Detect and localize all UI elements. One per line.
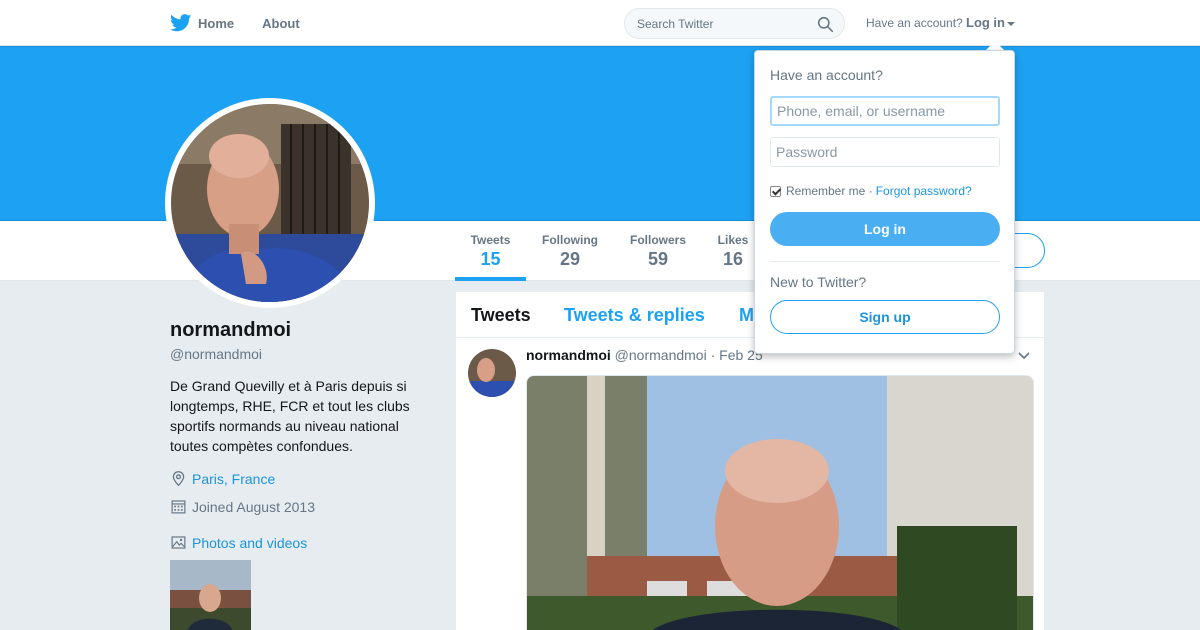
tab-tweets[interactable]: Tweets (471, 305, 531, 326)
dropdown-title: Have an account? (770, 67, 883, 83)
profile-photo (171, 104, 369, 302)
chevron-down-icon[interactable] (1017, 351, 1031, 361)
forgot-password-link[interactable]: Forgot password? (876, 184, 972, 198)
remember-me-row: Remember me · Forgot password? (770, 184, 972, 198)
caret-down-icon (1007, 21, 1015, 26)
media-thumbnail[interactable] (170, 560, 251, 630)
twitter-bird-icon[interactable] (170, 14, 192, 32)
joined-date: Joined August 2013 (192, 498, 315, 515)
profile-joined: Joined August 2013 (170, 498, 315, 515)
username-field[interactable] (770, 96, 1000, 126)
tab-tweets-replies[interactable]: Tweets & replies (564, 305, 705, 326)
location-pin-icon (172, 471, 185, 487)
stat-value: 59 (647, 249, 669, 269)
thumbnail-image (170, 560, 251, 630)
search-box[interactable]: Search Twitter (624, 8, 845, 39)
tweet-photo (527, 376, 1033, 630)
tweet-avatar-image (468, 349, 516, 397)
stat-value: 15 (480, 249, 501, 269)
remember-me-label[interactable]: Remember me · (786, 184, 873, 198)
stat-likes[interactable]: Likes 16 (713, 233, 753, 270)
stat-label: Following (542, 233, 598, 247)
dropdown-arrow (986, 41, 1004, 50)
login-dropdown: Have an account? Remember me · Forgot pa… (754, 50, 1015, 354)
stat-value: 16 (722, 249, 744, 269)
login-dropdown-toggle[interactable]: Log in (966, 15, 1015, 30)
have-account-text: Have an account? (866, 16, 963, 30)
nav-left-group: Home About (170, 0, 328, 46)
tweet-media[interactable] (526, 375, 1034, 630)
photos-videos-header: Photos and videos (170, 534, 307, 551)
search-icon[interactable] (817, 16, 834, 33)
photos-videos-link[interactable]: Photos and videos (192, 535, 307, 551)
avatar[interactable] (171, 104, 369, 302)
stat-followers[interactable]: Followers 59 (625, 233, 691, 270)
location-link[interactable]: Paris, France (192, 471, 275, 487)
dropdown-divider (770, 261, 1000, 262)
stat-following[interactable]: Following 29 (537, 233, 603, 270)
nav-about-link[interactable]: About (262, 16, 300, 31)
tweet-header: normandmoi @normandmoi · Feb 25 (526, 347, 763, 363)
tweet-author-handle[interactable]: @normandmoi (615, 347, 707, 363)
tab-media[interactable]: M (739, 305, 754, 326)
tweet-avatar[interactable] (468, 349, 516, 397)
profile-bio: De Grand Quevilly et à Paris depuis si l… (170, 378, 410, 454)
password-field[interactable] (770, 137, 1000, 167)
signup-button[interactable]: Sign up (770, 300, 1000, 334)
profile-location: Paris, France (170, 470, 275, 487)
profile-handle[interactable]: @normandmoi (170, 346, 262, 362)
stat-label: Likes (717, 233, 749, 247)
stat-label: Tweets (470, 233, 511, 247)
new-to-twitter-text: New to Twitter? (770, 274, 867, 290)
image-icon (171, 536, 186, 549)
active-stat-underline (455, 277, 526, 281)
top-navigation-bar: Home About Search Twitter Have an accoun… (0, 0, 1200, 46)
stat-label: Followers (629, 233, 686, 247)
remember-me-checkbox[interactable] (770, 185, 781, 197)
nav-home-link[interactable]: Home (198, 16, 234, 31)
login-toggle-label: Log in (966, 15, 1005, 30)
login-button[interactable]: Log in (770, 212, 1000, 246)
profile-name[interactable]: normandmoi (170, 319, 291, 342)
calendar-icon (171, 500, 186, 514)
search-input[interactable]: Search Twitter (637, 17, 713, 31)
tweet-author-name[interactable]: normandmoi (526, 347, 611, 363)
stat-value: 29 (559, 249, 581, 269)
stat-tweets[interactable]: Tweets 15 (462, 233, 519, 270)
